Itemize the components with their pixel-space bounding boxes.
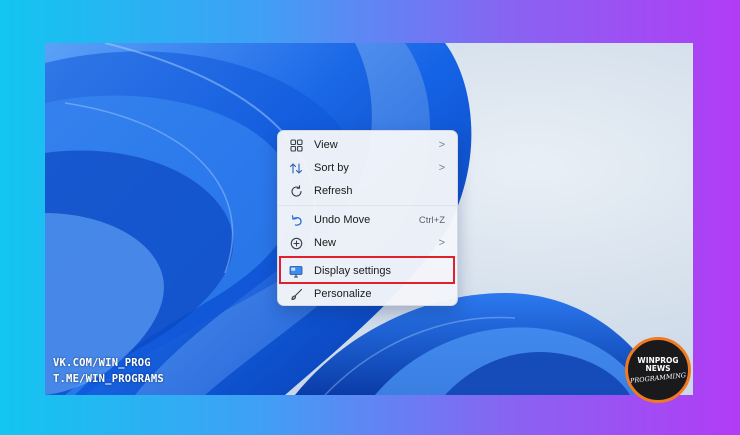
winprog-news-logo: WINPROG NEWS PROGRAMMING — [625, 337, 691, 403]
sort-icon — [288, 160, 304, 176]
refresh-icon — [288, 183, 304, 199]
logo-line-programming: PROGRAMMING — [629, 371, 687, 385]
chevron-right-icon: > — [438, 139, 445, 151]
chevron-right-icon: > — [438, 162, 445, 174]
menu-item-undo-move[interactable]: Undo Move Ctrl+Z — [282, 209, 453, 231]
menu-item-label: New — [314, 237, 337, 249]
menu-item-sort-by[interactable]: Sort by > — [282, 157, 453, 179]
menu-item-label: Personalize — [314, 288, 372, 300]
desktop-screenshot: VK.COM/WIN_PROG T.ME/WIN_PROGRAMS View >… — [45, 43, 693, 395]
grid-icon — [288, 137, 304, 153]
menu-item-personalize[interactable]: Personalize — [282, 283, 453, 305]
menu-separator — [278, 205, 457, 206]
menu-item-new[interactable]: New > — [282, 232, 453, 254]
menu-item-refresh[interactable]: Refresh — [282, 180, 453, 202]
new-icon — [288, 235, 304, 251]
watermark-line-vk: VK.COM/WIN_PROG — [53, 357, 151, 369]
menu-item-label: View — [314, 139, 338, 151]
watermark-text: VK.COM/WIN_PROG T.ME/WIN_PROGRAMS — [53, 355, 164, 387]
menu-item-label: Sort by — [314, 162, 349, 174]
highlight-box-display-settings — [279, 256, 455, 284]
menu-item-label: Undo Move — [314, 214, 371, 226]
desktop-context-menu: View > Sort by > Refresh Undo Move Ctrl+… — [277, 130, 458, 306]
chevron-right-icon: > — [438, 237, 445, 249]
logo-line-news: NEWS — [645, 364, 671, 373]
shortcut-label: Ctrl+Z — [418, 214, 445, 226]
watermark-line-telegram: T.ME/WIN_PROGRAMS — [53, 373, 164, 385]
brush-icon — [288, 286, 304, 302]
undo-icon — [288, 212, 304, 228]
menu-item-view[interactable]: View > — [282, 134, 453, 156]
menu-item-label: Refresh — [314, 185, 353, 197]
